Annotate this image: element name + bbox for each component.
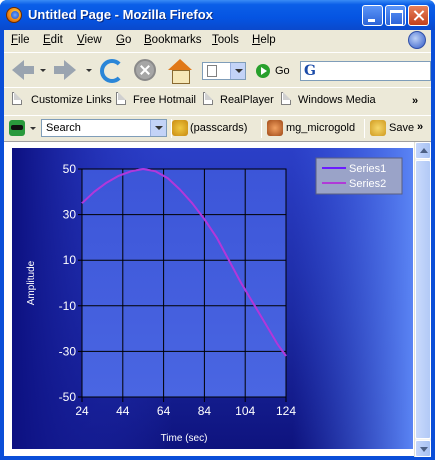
address-bar[interactable]	[202, 62, 246, 80]
firefox-icon[interactable]	[6, 7, 22, 23]
y-tick-label-5: -50	[59, 390, 77, 404]
back-arrow-icon[interactable]	[12, 60, 34, 80]
page-icon	[203, 92, 213, 105]
navigation-toolbar: Go G	[4, 52, 431, 86]
menu-help[interactable]: Help	[252, 34, 276, 46]
bookmark-realplayer[interactable]: RealPlayer	[220, 94, 274, 106]
y-tick-label-0: 50	[63, 162, 77, 176]
page-icon	[116, 92, 126, 105]
x-tick-label-1: 44	[116, 404, 130, 418]
title-bar[interactable]: Untitled Page - Mozilla Firefox	[0, 0, 435, 30]
scroll-down-button[interactable]	[415, 440, 431, 457]
forward-history-dropdown-icon[interactable]	[86, 69, 92, 72]
go-icon[interactable]	[256, 64, 270, 78]
scroll-up-button[interactable]	[415, 142, 431, 159]
toolbar-separator	[261, 119, 262, 138]
x-tick-label-3: 84	[198, 404, 212, 418]
user-icon[interactable]	[267, 120, 283, 136]
page-icon	[12, 92, 22, 105]
go-button-label[interactable]: Go	[275, 65, 290, 77]
msn-toolbar-icon[interactable]	[9, 120, 25, 136]
toolbar-separator	[364, 119, 365, 138]
menu-tools[interactable]: Tools	[212, 34, 239, 46]
x-tick-label-4: 104	[235, 404, 255, 418]
passcards-icon[interactable]	[172, 120, 188, 136]
home-icon[interactable]	[168, 59, 192, 84]
close-button[interactable]	[408, 5, 429, 26]
menu-file[interactable]: File	[11, 34, 30, 46]
search-toolbar-overflow-chevron[interactable]: »	[417, 121, 423, 133]
menu-view[interactable]: View	[77, 34, 102, 46]
back-history-dropdown-icon[interactable]	[40, 69, 46, 72]
menu-bar: File Edit View Go Bookmarks Tools Help	[4, 30, 431, 51]
bookmarks-toolbar: Customize Links Free Hotmail RealPlayer …	[4, 87, 431, 114]
amplitude-chart: 24 44 64 84 104 124 50 30 10 -10 -30 -50 Time (sec)…	[12, 148, 413, 449]
x-axis-label: Time (sec)	[161, 433, 208, 444]
menu-go[interactable]: Go	[116, 34, 131, 46]
menu-edit[interactable]: Edit	[43, 34, 63, 46]
browser-client-area: File Edit View Go Bookmarks Tools Help G…	[4, 30, 431, 457]
page-icon	[281, 92, 291, 105]
bookmark-customize-links[interactable]: Customize Links	[31, 94, 112, 106]
reload-icon[interactable]	[100, 59, 124, 83]
menu-bookmarks[interactable]: Bookmarks	[144, 34, 202, 46]
maximize-button[interactable]	[385, 5, 406, 26]
y-tick-label-1: 30	[63, 208, 77, 222]
activity-throbber-icon	[408, 31, 426, 49]
plot-area	[81, 168, 287, 398]
y-tick-label-3: -10	[59, 299, 77, 313]
google-search-box[interactable]: G	[300, 61, 431, 81]
legend-label-series2: Series2	[349, 178, 386, 190]
scroll-thumb[interactable]	[415, 160, 431, 439]
minimize-button[interactable]	[362, 5, 383, 26]
user-account-button[interactable]: mg_microgold	[286, 122, 355, 134]
vertical-scrollbar[interactable]	[414, 142, 431, 457]
window-title: Untitled Page - Mozilla Firefox	[28, 7, 213, 22]
legend: Series1 Series2	[315, 157, 403, 195]
x-tick-label-0: 24	[75, 404, 89, 418]
stop-icon[interactable]	[134, 59, 156, 81]
bookmarks-overflow-chevron[interactable]: »	[412, 95, 418, 107]
address-dropdown-button[interactable]	[230, 63, 245, 79]
page-icon	[207, 65, 217, 77]
y-axis-label: Amplitude	[26, 260, 37, 305]
bookmark-windows-media[interactable]: Windows Media	[298, 94, 376, 106]
search-dropdown-button[interactable]	[150, 120, 166, 136]
save-button[interactable]: Save	[389, 122, 414, 134]
google-g-icon[interactable]: G	[304, 63, 316, 79]
search-input[interactable]: Search	[41, 119, 167, 137]
x-tick-label-2: 64	[157, 404, 171, 418]
search-toolbar: Search (passcards) mg_microgold Save »	[4, 115, 431, 140]
page-content: 24 44 64 84 104 124 50 30 10 -10 -30 -50 Time (sec)…	[4, 141, 431, 457]
bookmark-free-hotmail[interactable]: Free Hotmail	[133, 94, 196, 106]
y-tick-label-2: 10	[63, 253, 77, 267]
save-icon[interactable]	[370, 120, 386, 136]
y-tick-label-4: -30	[59, 344, 77, 358]
legend-label-series1: Series1	[349, 163, 386, 175]
browser-window: Untitled Page - Mozilla Firefox File Edi…	[0, 0, 435, 460]
passcards-button[interactable]: (passcards)	[190, 122, 247, 134]
x-tick-label-5: 124	[276, 404, 296, 418]
toolbar-menu-dropdown-icon[interactable]	[30, 127, 36, 130]
forward-arrow-icon[interactable]	[54, 60, 76, 80]
